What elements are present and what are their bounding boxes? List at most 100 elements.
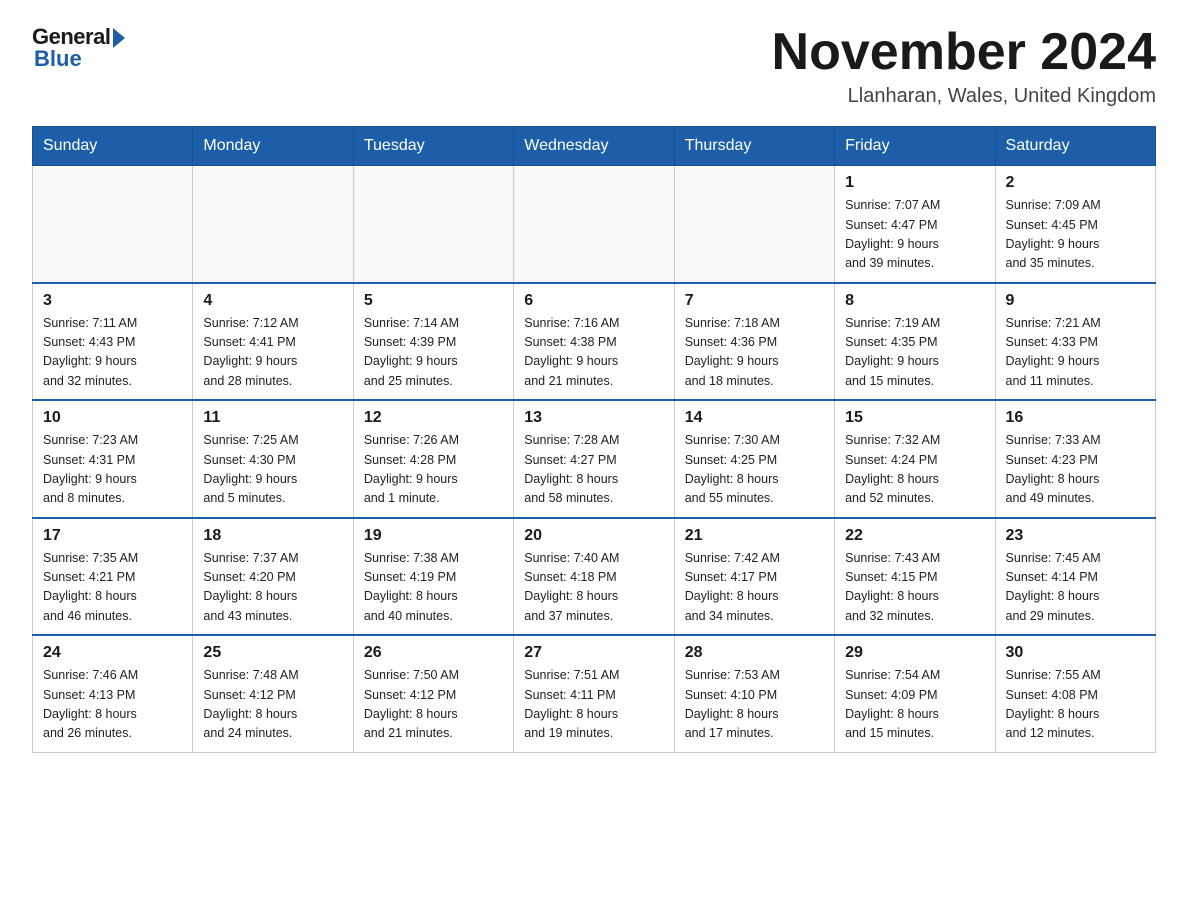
day-number: 1 — [845, 174, 984, 192]
day-number: 11 — [203, 409, 342, 427]
day-info: Sunrise: 7:48 AM Sunset: 4:12 PM Dayligh… — [203, 666, 342, 744]
calendar-cell: 26 Sunrise: 7:50 AM Sunset: 4:12 PM Dayli… — [353, 635, 513, 752]
day-number: 19 — [364, 527, 503, 545]
weekday-header-friday: Friday — [835, 127, 995, 166]
calendar-cell: 15 Sunrise: 7:32 AM Sunset: 4:24 PM Dayli… — [835, 400, 995, 518]
day-info: Sunrise: 7:40 AM Sunset: 4:18 PM Dayligh… — [524, 549, 663, 627]
day-info: Sunrise: 7:30 AM Sunset: 4:25 PM Dayligh… — [685, 431, 824, 509]
day-info: Sunrise: 7:46 AM Sunset: 4:13 PM Dayligh… — [43, 666, 182, 744]
calendar-cell — [514, 166, 674, 283]
day-info: Sunrise: 7:33 AM Sunset: 4:23 PM Dayligh… — [1006, 431, 1145, 509]
day-number: 23 — [1006, 527, 1145, 545]
day-number: 9 — [1006, 292, 1145, 310]
day-number: 8 — [845, 292, 984, 310]
calendar-cell: 4 Sunrise: 7:12 AM Sunset: 4:41 PM Daylig… — [193, 283, 353, 401]
day-number: 28 — [685, 644, 824, 662]
day-number: 13 — [524, 409, 663, 427]
day-number: 5 — [364, 292, 503, 310]
calendar-cell: 11 Sunrise: 7:25 AM Sunset: 4:30 PM Dayli… — [193, 400, 353, 518]
day-number: 18 — [203, 527, 342, 545]
calendar-cell: 22 Sunrise: 7:43 AM Sunset: 4:15 PM Dayli… — [835, 518, 995, 636]
day-number: 21 — [685, 527, 824, 545]
day-number: 22 — [845, 527, 984, 545]
day-number: 2 — [1006, 174, 1145, 192]
calendar-cell: 20 Sunrise: 7:40 AM Sunset: 4:18 PM Dayli… — [514, 518, 674, 636]
day-number: 24 — [43, 644, 182, 662]
calendar-cell: 28Sunrise: 7:53 AM Sunset: 4:10 PM Dayli… — [674, 635, 834, 752]
week-row-3: 10Sunrise: 7:23 AM Sunset: 4:31 PM Dayli… — [33, 400, 1156, 518]
calendar-cell: 24 Sunrise: 7:46 AM Sunset: 4:13 PM Dayli… — [33, 635, 193, 752]
day-info: Sunrise: 7:25 AM Sunset: 4:30 PM Dayligh… — [203, 431, 342, 509]
day-number: 26 — [364, 644, 503, 662]
day-number: 14 — [685, 409, 824, 427]
day-number: 25 — [203, 644, 342, 662]
day-info: Sunrise: 7:26 AM Sunset: 4:28 PM Dayligh… — [364, 431, 503, 509]
calendar-cell: 3 Sunrise: 7:11 AM Sunset: 4:43 PM Daylig… — [33, 283, 193, 401]
day-info: Sunrise: 7:45 AM Sunset: 4:14 PM Dayligh… — [1006, 549, 1145, 627]
calendar-cell: 19Sunrise: 7:38 AM Sunset: 4:19 PM Dayli… — [353, 518, 513, 636]
weekday-header-row: SundayMondayTuesdayWednesdayThursdayFrid… — [33, 127, 1156, 166]
calendar-cell: 10Sunrise: 7:23 AM Sunset: 4:31 PM Dayli… — [33, 400, 193, 518]
day-info: Sunrise: 7:32 AM Sunset: 4:24 PM Dayligh… — [845, 431, 984, 509]
logo: General Blue — [32, 24, 125, 72]
day-info: Sunrise: 7:54 AM Sunset: 4:09 PM Dayligh… — [845, 666, 984, 744]
day-info: Sunrise: 7:16 AM Sunset: 4:38 PM Dayligh… — [524, 314, 663, 392]
weekday-header-saturday: Saturday — [995, 127, 1155, 166]
day-info: Sunrise: 7:18 AM Sunset: 4:36 PM Dayligh… — [685, 314, 824, 392]
day-info: Sunrise: 7:50 AM Sunset: 4:12 PM Dayligh… — [364, 666, 503, 744]
calendar-cell — [353, 166, 513, 283]
day-info: Sunrise: 7:55 AM Sunset: 4:08 PM Dayligh… — [1006, 666, 1145, 744]
weekday-header-tuesday: Tuesday — [353, 127, 513, 166]
calendar-cell — [193, 166, 353, 283]
calendar-cell: 25 Sunrise: 7:48 AM Sunset: 4:12 PM Dayli… — [193, 635, 353, 752]
calendar-table: SundayMondayTuesdayWednesdayThursdayFrid… — [32, 126, 1156, 753]
week-row-1: 1 Sunrise: 7:07 AM Sunset: 4:47 PM Daylig… — [33, 166, 1156, 283]
day-info: Sunrise: 7:07 AM Sunset: 4:47 PM Dayligh… — [845, 196, 984, 274]
day-number: 4 — [203, 292, 342, 310]
calendar-cell: 6 Sunrise: 7:16 AM Sunset: 4:38 PM Daylig… — [514, 283, 674, 401]
month-title: November 2024 — [772, 24, 1156, 81]
week-row-4: 17 Sunrise: 7:35 AM Sunset: 4:21 PM Dayli… — [33, 518, 1156, 636]
week-row-5: 24 Sunrise: 7:46 AM Sunset: 4:13 PM Dayli… — [33, 635, 1156, 752]
week-row-2: 3 Sunrise: 7:11 AM Sunset: 4:43 PM Daylig… — [33, 283, 1156, 401]
day-number: 29 — [845, 644, 984, 662]
day-number: 20 — [524, 527, 663, 545]
title-block: November 2024 Llanharan, Wales, United K… — [772, 24, 1156, 108]
day-number: 7 — [685, 292, 824, 310]
location-text: Llanharan, Wales, United Kingdom — [772, 85, 1156, 108]
weekday-header-wednesday: Wednesday — [514, 127, 674, 166]
day-info: Sunrise: 7:11 AM Sunset: 4:43 PM Dayligh… — [43, 314, 182, 392]
day-info: Sunrise: 7:35 AM Sunset: 4:21 PM Dayligh… — [43, 549, 182, 627]
day-info: Sunrise: 7:12 AM Sunset: 4:41 PM Dayligh… — [203, 314, 342, 392]
calendar-cell: 17 Sunrise: 7:35 AM Sunset: 4:21 PM Dayli… — [33, 518, 193, 636]
day-info: Sunrise: 7:19 AM Sunset: 4:35 PM Dayligh… — [845, 314, 984, 392]
calendar-cell — [33, 166, 193, 283]
calendar-cell: 21Sunrise: 7:42 AM Sunset: 4:17 PM Dayli… — [674, 518, 834, 636]
calendar-cell: 30Sunrise: 7:55 AM Sunset: 4:08 PM Dayli… — [995, 635, 1155, 752]
calendar-cell: 29 Sunrise: 7:54 AM Sunset: 4:09 PM Dayli… — [835, 635, 995, 752]
day-info: Sunrise: 7:09 AM Sunset: 4:45 PM Dayligh… — [1006, 196, 1145, 274]
day-number: 27 — [524, 644, 663, 662]
day-info: Sunrise: 7:14 AM Sunset: 4:39 PM Dayligh… — [364, 314, 503, 392]
day-info: Sunrise: 7:28 AM Sunset: 4:27 PM Dayligh… — [524, 431, 663, 509]
logo-arrow-icon — [113, 28, 125, 48]
logo-blue-text: Blue — [32, 46, 82, 72]
weekday-header-sunday: Sunday — [33, 127, 193, 166]
day-info: Sunrise: 7:37 AM Sunset: 4:20 PM Dayligh… — [203, 549, 342, 627]
calendar-cell: 5 Sunrise: 7:14 AM Sunset: 4:39 PM Daylig… — [353, 283, 513, 401]
day-info: Sunrise: 7:21 AM Sunset: 4:33 PM Dayligh… — [1006, 314, 1145, 392]
calendar-cell: 8 Sunrise: 7:19 AM Sunset: 4:35 PM Daylig… — [835, 283, 995, 401]
calendar-cell: 9 Sunrise: 7:21 AM Sunset: 4:33 PM Daylig… — [995, 283, 1155, 401]
day-number: 15 — [845, 409, 984, 427]
day-number: 17 — [43, 527, 182, 545]
day-info: Sunrise: 7:51 AM Sunset: 4:11 PM Dayligh… — [524, 666, 663, 744]
day-number: 3 — [43, 292, 182, 310]
calendar-cell: 1 Sunrise: 7:07 AM Sunset: 4:47 PM Daylig… — [835, 166, 995, 283]
weekday-header-monday: Monday — [193, 127, 353, 166]
calendar-cell: 18 Sunrise: 7:37 AM Sunset: 4:20 PM Dayli… — [193, 518, 353, 636]
calendar-cell: 2 Sunrise: 7:09 AM Sunset: 4:45 PM Daylig… — [995, 166, 1155, 283]
day-number: 16 — [1006, 409, 1145, 427]
calendar-cell: 14 Sunrise: 7:30 AM Sunset: 4:25 PM Dayli… — [674, 400, 834, 518]
day-number: 6 — [524, 292, 663, 310]
day-info: Sunrise: 7:43 AM Sunset: 4:15 PM Dayligh… — [845, 549, 984, 627]
